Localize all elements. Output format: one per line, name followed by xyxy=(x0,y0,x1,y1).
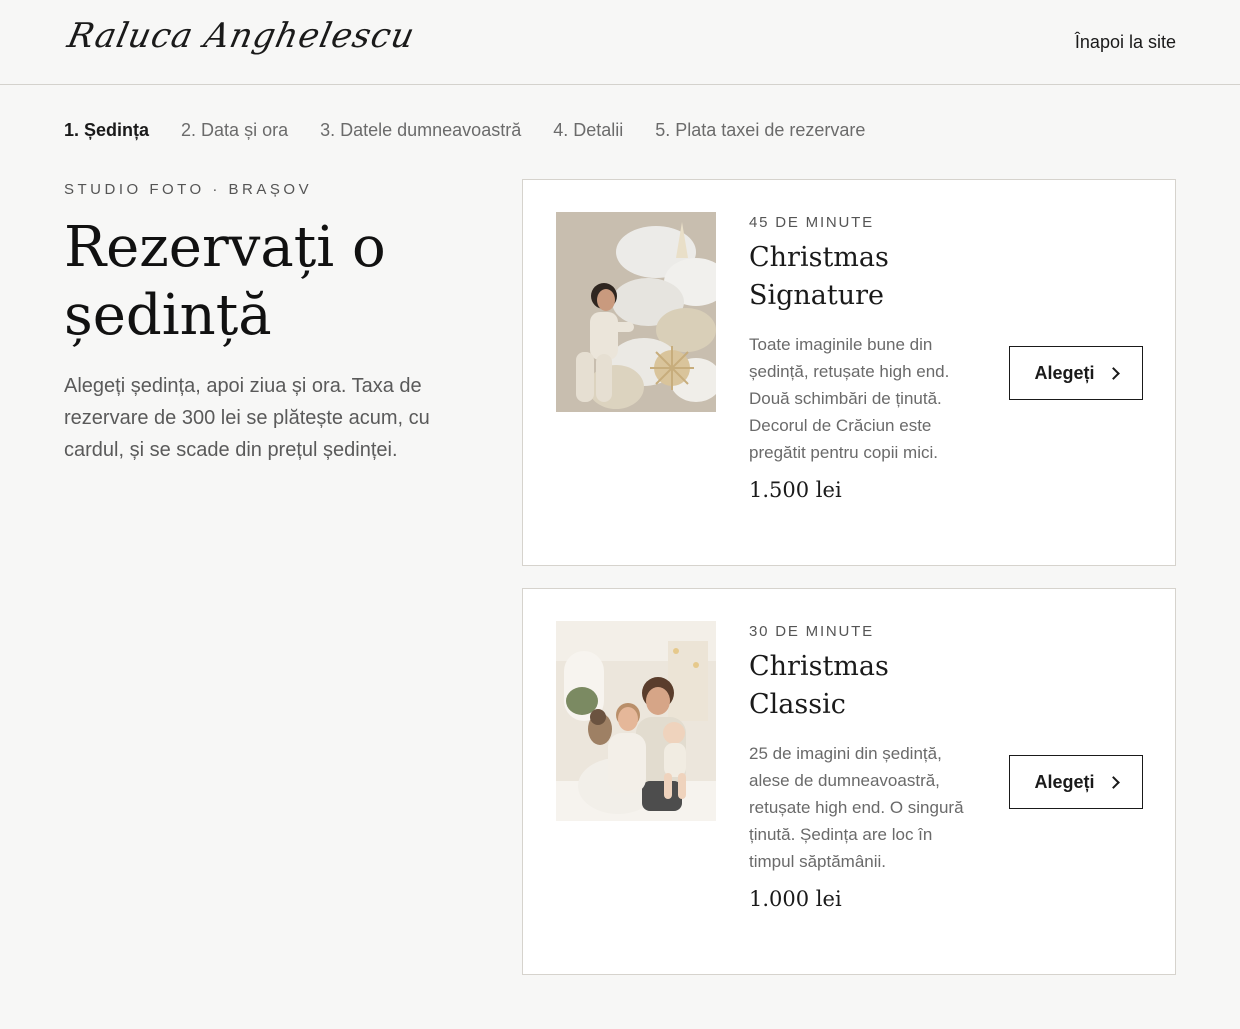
session-card: 45 DE MINUTE Christmas Signature Toate i… xyxy=(522,179,1176,566)
booking-steps: 1. Ședința 2. Data și ora 3. Datele dumn… xyxy=(64,120,865,141)
session-price: 1.000 lei xyxy=(749,887,842,911)
step-details[interactable]: 4. Detalii xyxy=(553,120,623,141)
session-description: Toate imaginile bune din ședință, retușa… xyxy=(749,335,950,462)
chevron-right-icon xyxy=(1106,775,1120,789)
photo-illustration xyxy=(556,212,716,412)
choose-button-label: Alegeți xyxy=(1034,771,1095,792)
session-photo-family xyxy=(556,621,716,821)
site-header: Raluca Anghelescu Înapoi la site xyxy=(0,0,1240,85)
intro-text: Alegeți ședința, apoi ziua și ora. Taxa … xyxy=(64,375,430,461)
session-card: 30 DE MINUTE Christmas Classic 25 de ima… xyxy=(522,588,1176,975)
session-name: Christmas Classic xyxy=(749,651,889,720)
brand-logo[interactable]: Raluca Anghelescu xyxy=(64,16,419,56)
back-to-site-link[interactable]: Înapoi la site xyxy=(1075,32,1176,53)
step-date-time[interactable]: 2. Data și ora xyxy=(181,120,288,141)
step-payment[interactable]: 5. Plata taxei de rezervare xyxy=(655,120,865,141)
choose-session-button[interactable]: Alegeți xyxy=(1009,346,1143,400)
session-info: 30 DE MINUTE Christmas Classic 25 de ima… xyxy=(749,623,969,911)
studio-location: STUDIO FOTO · BRAȘOV xyxy=(64,181,313,198)
session-price: 1.500 lei xyxy=(749,478,842,502)
step-session[interactable]: 1. Ședința xyxy=(64,120,149,141)
choose-button-label: Alegeți xyxy=(1034,362,1095,383)
choose-session-button[interactable]: Alegeți xyxy=(1009,755,1143,809)
session-info: 45 DE MINUTE Christmas Signature Toate i… xyxy=(749,214,969,502)
photo-illustration xyxy=(556,621,716,821)
session-name: Christmas Signature xyxy=(749,242,889,311)
step-your-details[interactable]: 3. Datele dumneavoastră xyxy=(320,120,521,141)
page-title: Rezervați o ședință xyxy=(64,215,386,348)
session-duration: 30 DE MINUTE xyxy=(749,623,874,640)
session-photo-child-pillows xyxy=(556,212,716,412)
session-description: 25 de imagini din ședință, alese de dumn… xyxy=(749,744,964,871)
chevron-right-icon xyxy=(1106,366,1120,380)
session-duration: 45 DE MINUTE xyxy=(749,214,874,231)
